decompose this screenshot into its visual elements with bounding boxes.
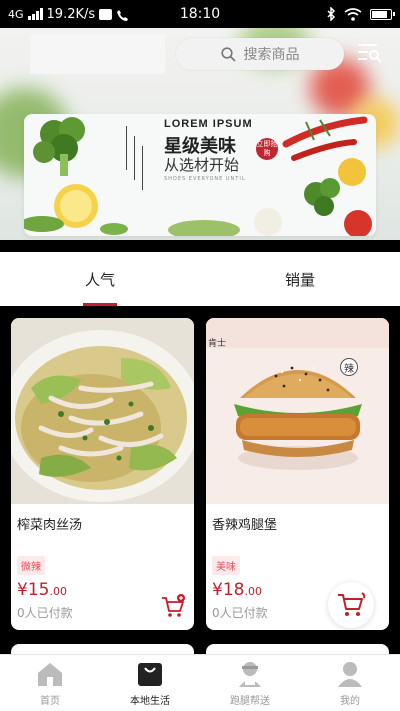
banner-subtitle: 从选材开始	[164, 156, 240, 174]
add-to-cart-icon[interactable]	[160, 594, 186, 620]
user-icon	[338, 662, 362, 687]
bottom-navigation: 首页 本地生活 跑腿帮送 我的	[0, 654, 400, 711]
search-icon	[220, 46, 236, 62]
product-card[interactable]: 肯士 辣 香辣鸡腿堡 美味 ¥18.00 0人已付款	[206, 318, 389, 630]
home-icon	[38, 663, 62, 686]
product-price: ¥15.00	[17, 580, 67, 600]
buy-now-badge[interactable]: 立即抢购	[256, 138, 278, 160]
product-name: 榨菜肉丝汤	[17, 518, 83, 533]
signal-icon	[27, 8, 43, 20]
sort-tabs: 人气 销量	[0, 252, 400, 306]
product-name: 香辣鸡腿堡	[212, 518, 278, 533]
brand-label: 肯士	[208, 339, 227, 349]
header-banner-area: 搜索商品 LOREM IPSUM 星级美味 从选材开始 SHOES EVERYO…	[0, 28, 400, 240]
network-speed: 19.2K/s	[46, 6, 96, 22]
network-type: 4G	[8, 7, 24, 21]
product-tag: 美味	[212, 556, 240, 575]
product-sold-count: 0人已付款	[17, 606, 73, 620]
bag-icon	[138, 663, 162, 686]
product-tag: 微辣	[17, 556, 45, 575]
spicy-badge: 辣	[340, 358, 358, 376]
search-bar[interactable]: 搜索商品	[176, 38, 344, 70]
product-card-next	[206, 644, 389, 654]
product-card-next	[11, 644, 194, 654]
wifi-icon	[344, 7, 362, 21]
product-card[interactable]: 榨菜肉丝汤 微辣 ¥15.00 0人已付款	[11, 318, 194, 630]
courier-icon	[239, 662, 261, 687]
product-sold-count: 0人已付款	[212, 606, 268, 620]
status-bar: 4G 19.2K/s 18:10	[0, 0, 400, 28]
banner-small-text: SHOES EVERYONE UNTIL	[164, 176, 246, 182]
battery-icon	[370, 8, 395, 20]
nav-errand[interactable]: 跑腿帮送	[200, 655, 300, 711]
tab-sales[interactable]: 销量	[200, 252, 400, 306]
nav-mine[interactable]: 我的	[300, 655, 400, 711]
phone-icon	[116, 9, 129, 21]
logo-placeholder	[30, 34, 165, 74]
search-placeholder: 搜索商品	[243, 47, 300, 63]
promo-banner[interactable]: LOREM IPSUM 星级美味 从选材开始 SHOES EVERYONE UN…	[24, 114, 376, 236]
product-price: ¥18.00	[212, 580, 262, 600]
bluetooth-icon	[327, 7, 336, 21]
nav-local-life[interactable]: 本地生活	[100, 655, 200, 711]
cart-icon	[338, 592, 366, 616]
tab-popular[interactable]: 人气	[0, 252, 200, 306]
menu-search-icon[interactable]	[355, 40, 383, 66]
floating-cart-button[interactable]	[328, 582, 374, 628]
nav-home[interactable]: 首页	[0, 655, 100, 711]
message-icon	[99, 8, 113, 20]
product-image: 肯士 辣	[206, 318, 389, 504]
product-grid: 榨菜肉丝汤 微辣 ¥15.00 0人已付款 肯士 辣 香辣鸡腿堡 美味 ¥18.…	[0, 306, 400, 654]
product-image	[11, 318, 194, 504]
banner-title-en: LOREM IPSUM	[164, 118, 253, 130]
